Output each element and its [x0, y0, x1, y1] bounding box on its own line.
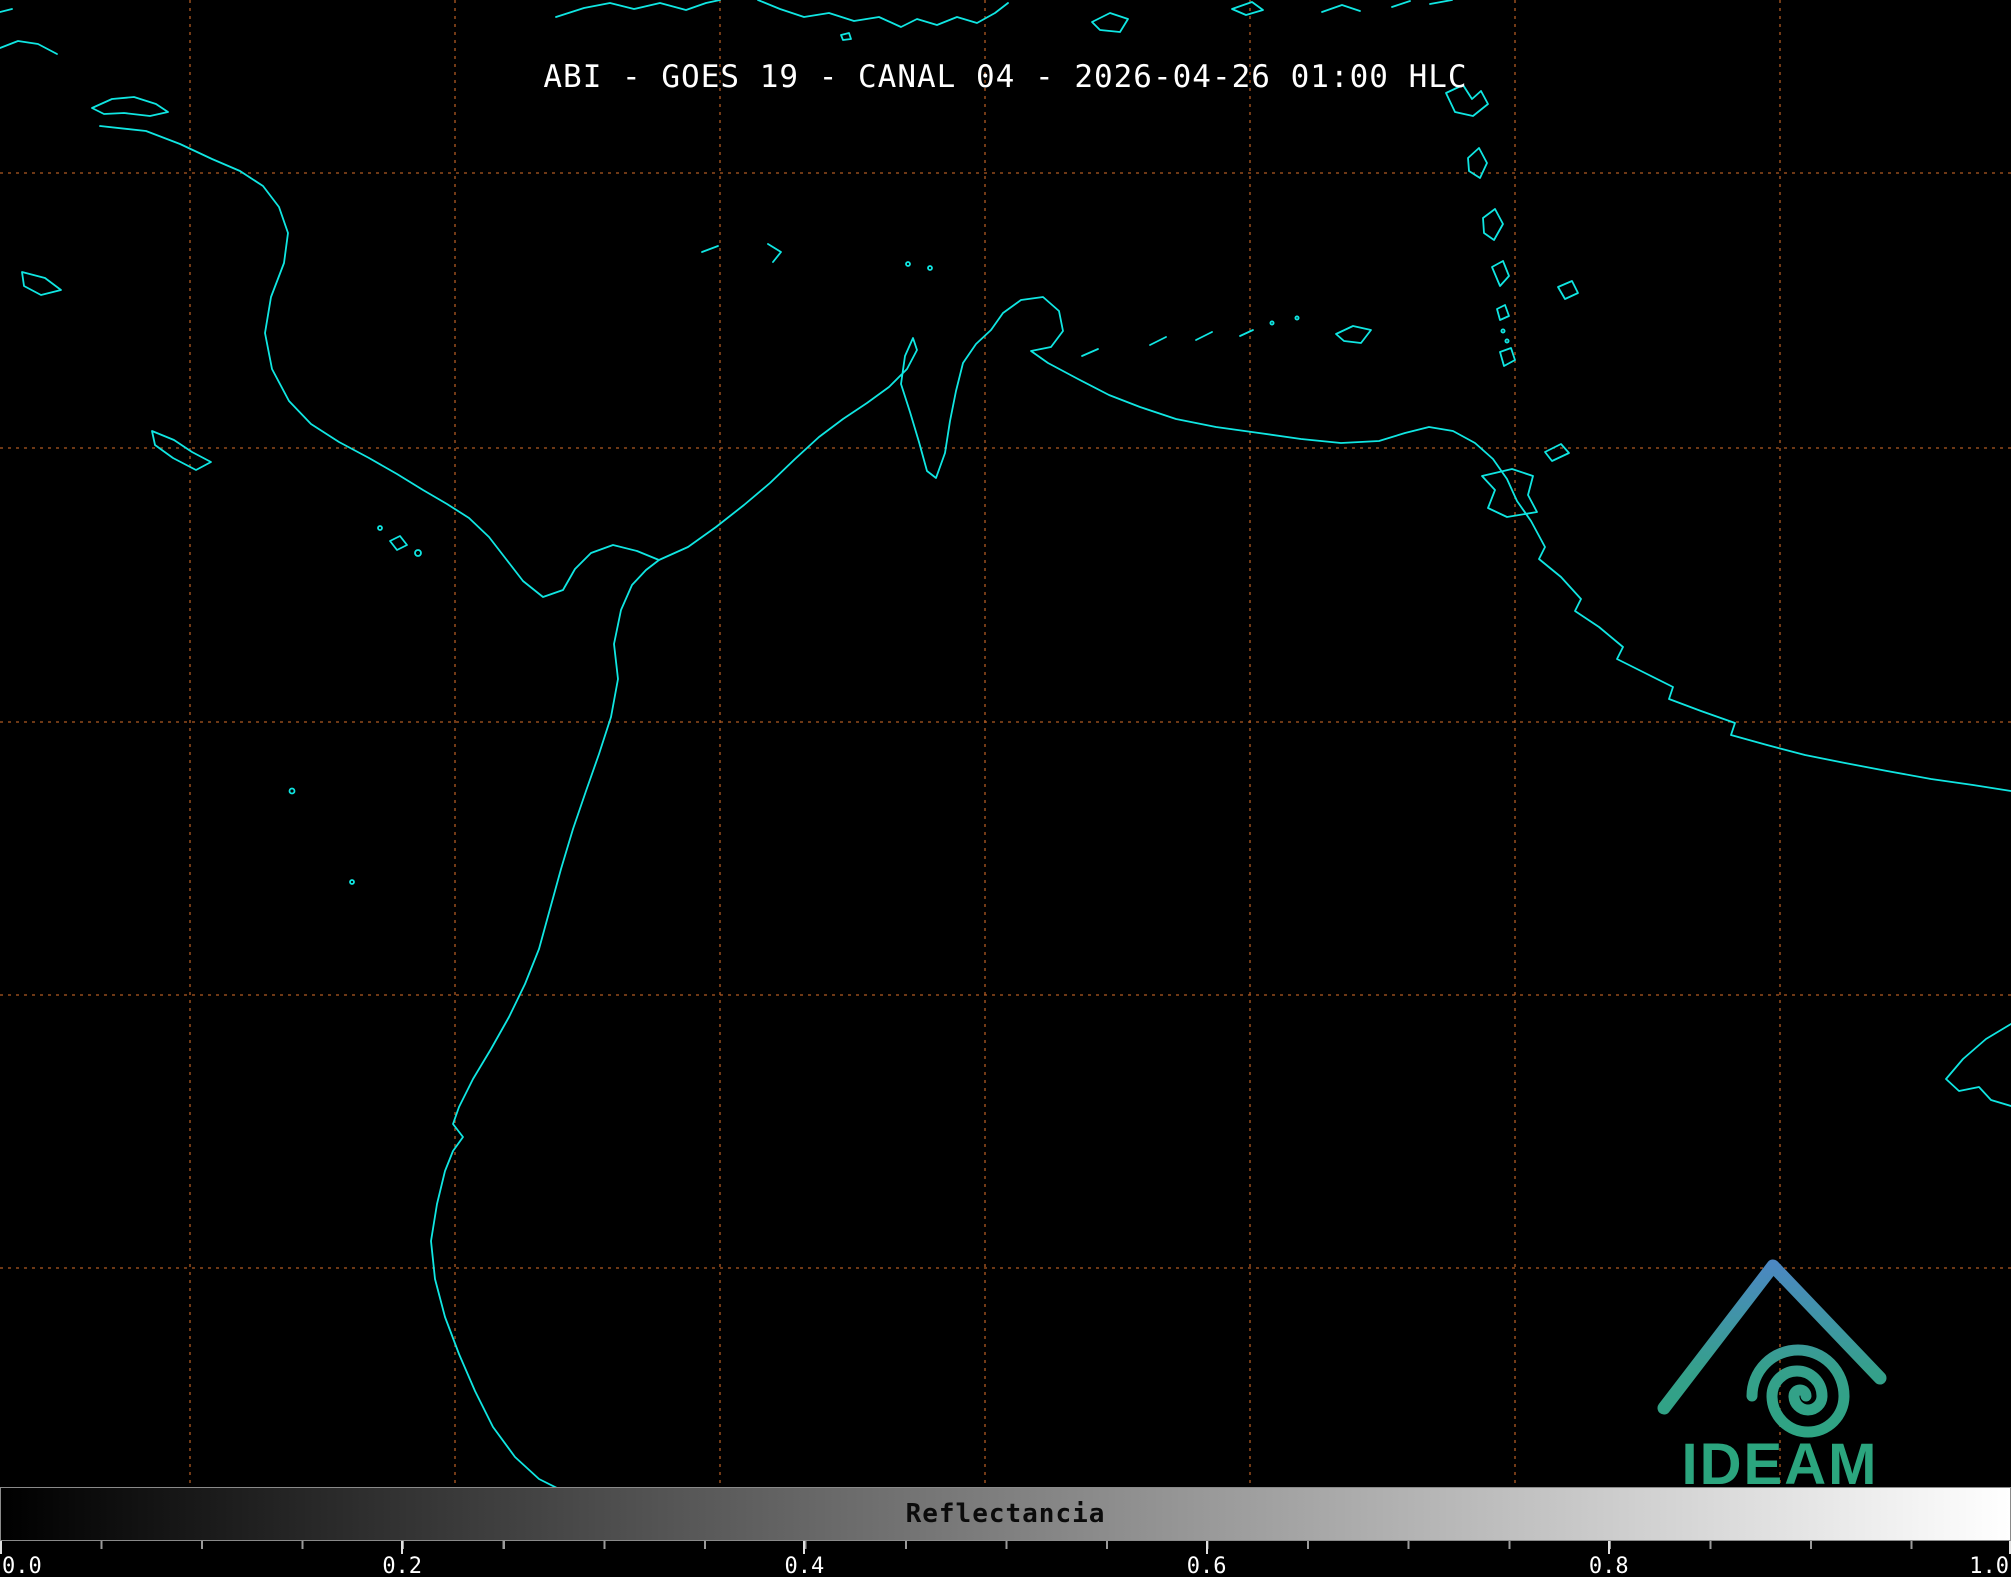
satellite-image-viewport: ABI - GOES 19 - CANAL 04 - 2026-04-26 01…	[0, 0, 2011, 1577]
island-outline	[1335, 325, 1372, 344]
island-dot	[349, 879, 355, 885]
island-dot	[288, 787, 296, 795]
colorbar-major-tick	[0, 1541, 2, 1554]
coastline-segment	[1429, 0, 1453, 5]
coastline-segment	[1321, 4, 1361, 13]
colorbar-tick-label: 1.0	[1969, 1554, 2009, 1577]
island-outline	[1491, 260, 1510, 287]
graticule-parallels	[0, 172, 2011, 1269]
island-dot	[1500, 328, 1506, 334]
colorbar-major-tick	[1205, 1541, 1208, 1554]
coastline-segment	[0, 8, 13, 13]
colorbar-tick-marks	[0, 1541, 2011, 1554]
coastline-segment	[555, 0, 721, 18]
island-dot	[414, 549, 422, 557]
colorbar-tick-label: 0.8	[1588, 1554, 1629, 1577]
coastline-segment	[0, 40, 58, 55]
colorbar-tick-label: 0.6	[1186, 1554, 1227, 1577]
coastline-segment	[1391, 0, 1411, 8]
colorbar-tick-label: 0.0	[2, 1554, 42, 1577]
colorbar-major-tick	[401, 1541, 404, 1554]
ideam-logo: IDEAM	[1657, 1259, 1887, 1494]
island-outline	[1482, 208, 1504, 241]
island-outline	[389, 535, 408, 551]
island-outline	[1195, 331, 1213, 341]
colorbar-tick-label: 0.4	[784, 1554, 825, 1577]
island-outline	[1481, 468, 1538, 518]
colorbar-gradient: Reflectancia	[0, 1487, 2011, 1541]
island-outline	[1499, 347, 1516, 367]
coastline-segment	[99, 125, 2011, 792]
island-dot	[1269, 320, 1275, 326]
coastline-segment	[1081, 348, 1099, 357]
island-dot	[1294, 315, 1300, 321]
coastline-segment	[91, 96, 169, 117]
island-outline	[767, 243, 782, 263]
image-title: ABI - GOES 19 - CANAL 04 - 2026-04-26 01…	[543, 59, 1468, 95]
colorbar-tick-labels: 0.0 0.2 0.4 0.6 0.8 1.0	[0, 1554, 2011, 1577]
coastline-segment	[1945, 1023, 2011, 1107]
colorbar: Reflectancia 0.0 0.2 0.4 0.6 0.8 1.0	[0, 1487, 2011, 1577]
island-outline	[1091, 12, 1129, 33]
island-outline	[1557, 280, 1579, 300]
island-outline	[1239, 329, 1254, 337]
colorbar-major-tick	[803, 1541, 806, 1554]
island-outline	[840, 32, 852, 41]
island-outline	[1467, 147, 1488, 179]
graticule-meridians	[189, 0, 1781, 1487]
colorbar-label: Reflectancia	[905, 1499, 1106, 1529]
coastline-segment	[151, 430, 212, 471]
island-dot	[905, 261, 911, 267]
island-dot	[377, 525, 383, 531]
island-outline	[1231, 1, 1264, 16]
island-dot	[1504, 338, 1510, 344]
coastline-segment	[21, 271, 62, 296]
island-outline	[1149, 336, 1167, 346]
island-outline	[1496, 304, 1510, 321]
colorbar-major-tick	[1607, 1541, 1610, 1554]
coastline-segment	[430, 559, 660, 1487]
island-dot	[927, 265, 933, 271]
colorbar-tick-label: 0.2	[382, 1554, 423, 1577]
logo-wordmark: IDEAM	[1682, 1432, 1879, 1494]
logo-spiral-icon	[1746, 1344, 1850, 1438]
island-outline	[1544, 443, 1570, 462]
coastline-segment	[757, 0, 1009, 28]
island-outline	[701, 245, 719, 253]
